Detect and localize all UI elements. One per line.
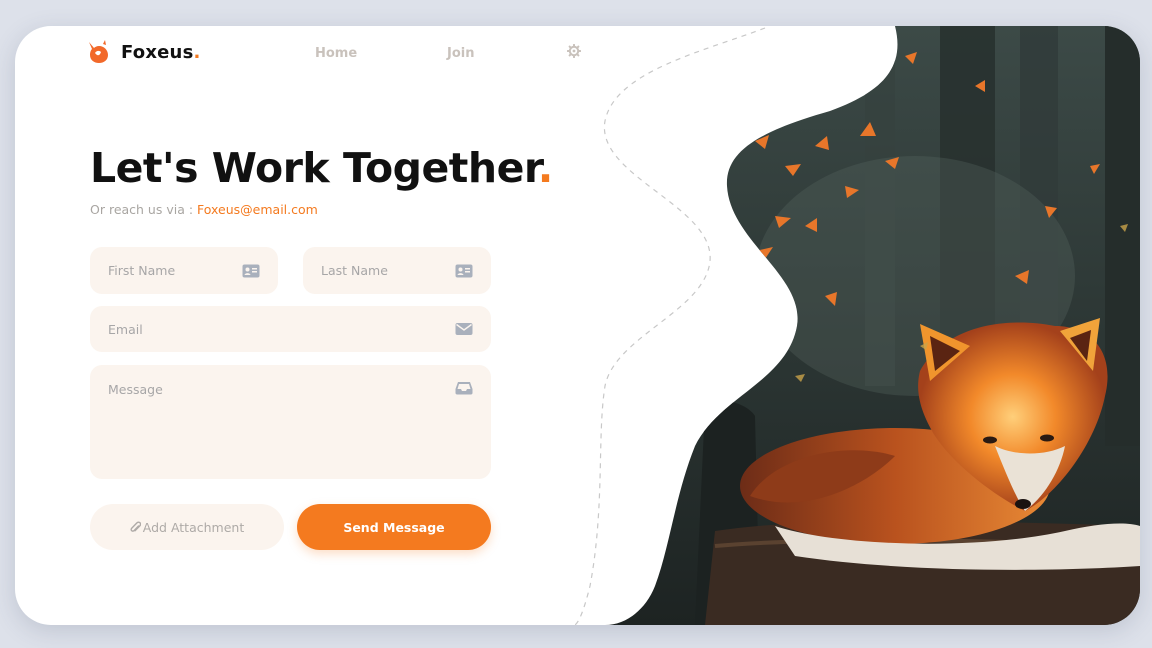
nav-join-link[interactable]: Join — [447, 46, 474, 61]
add-attachment-button[interactable]: Add Attachment — [90, 504, 284, 550]
contact-prefix: Or reach us via : — [90, 202, 198, 217]
email-field[interactable]: Email — [90, 306, 491, 352]
last-name-field[interactable]: Last Name — [303, 247, 491, 294]
brand-name: Foxeus — [121, 41, 194, 63]
brand-dot: . — [193, 41, 201, 63]
contact-line: Or reach us via : Foxeus@email.com — [90, 202, 318, 217]
id-card-icon — [455, 264, 473, 277]
last-name-placeholder: Last Name — [321, 263, 388, 278]
brand[interactable]: Foxeus. — [85, 39, 200, 65]
inbox-icon — [455, 382, 473, 395]
contact-email-link[interactable]: Foxeus@email.com — [197, 202, 318, 217]
send-message-button[interactable]: Send Message — [297, 504, 491, 550]
page-card: Foxeus. Home Join Let's Work Together. O… — [15, 26, 1140, 625]
gear-icon[interactable] — [567, 44, 581, 58]
envelope-icon — [455, 323, 473, 335]
nav-home-link[interactable]: Home — [315, 46, 357, 61]
page-title: Let's Work Together. — [90, 144, 553, 192]
first-name-placeholder: First Name — [108, 263, 176, 278]
email-placeholder: Email — [108, 321, 143, 337]
first-name-field[interactable]: First Name — [90, 247, 278, 294]
page-title-dot: . — [537, 144, 554, 192]
message-placeholder: Message — [108, 382, 163, 397]
add-attachment-label: Add Attachment — [142, 519, 245, 535]
id-card-icon — [242, 264, 260, 277]
fox-logo-icon — [89, 40, 108, 63]
send-message-label: Send Message — [343, 519, 445, 535]
page-title-text: Let's Work Together — [90, 144, 538, 192]
paperclip-icon — [130, 521, 141, 532]
message-field[interactable]: Message — [90, 365, 491, 479]
